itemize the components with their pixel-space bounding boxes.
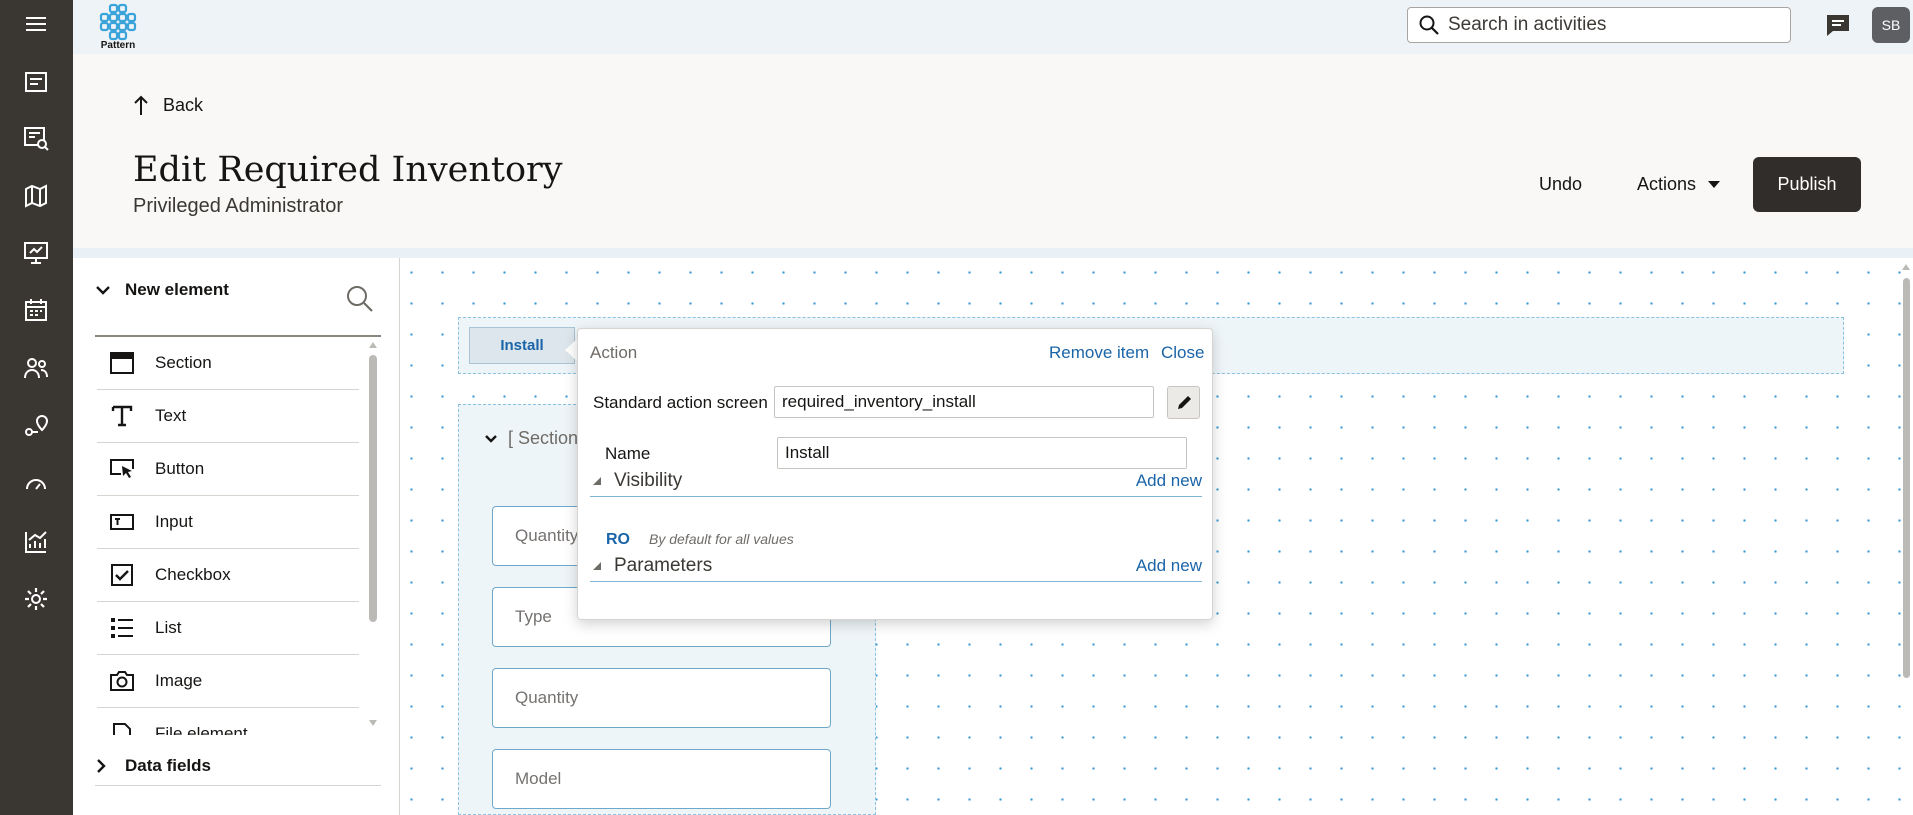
palette-search-icon[interactable] xyxy=(345,284,375,319)
palette-item-image[interactable]: Image xyxy=(97,655,359,708)
analytics-icon[interactable] xyxy=(18,524,54,560)
presentation-icon[interactable] xyxy=(18,235,54,271)
input-icon xyxy=(107,507,137,537)
palette-item-input[interactable]: Input xyxy=(97,496,359,549)
install-button[interactable]: Install xyxy=(469,327,575,364)
chevron-down-icon xyxy=(485,434,497,443)
publish-button[interactable]: Publish xyxy=(1753,157,1861,212)
search-icon xyxy=(1419,15,1439,35)
model-field[interactable]: Model xyxy=(492,749,831,809)
top-header: Pattern Search in activities SB xyxy=(73,0,1913,54)
palette-item-button[interactable]: Button xyxy=(97,443,359,496)
visibility-section[interactable]: Visibility Add new xyxy=(590,465,1202,497)
header-divider xyxy=(73,248,1913,258)
hamburger-menu-icon[interactable] xyxy=(18,6,54,42)
section-icon xyxy=(107,348,137,378)
palette-item-section[interactable]: Section xyxy=(97,337,359,390)
canvas-scroll-up-arrow[interactable] xyxy=(1902,264,1910,270)
palette-item-file[interactable]: File element xyxy=(97,708,359,735)
button-icon xyxy=(107,454,137,484)
parameters-title: Parameters xyxy=(614,554,713,576)
visibility-title: Visibility xyxy=(614,469,683,491)
parameters-section[interactable]: Parameters Add new xyxy=(590,550,1202,582)
palette-item-label: Checkbox xyxy=(155,565,231,584)
chevron-right-icon xyxy=(97,758,106,773)
palette-item-text[interactable]: Text xyxy=(97,390,359,443)
ro-badge[interactable]: RO xyxy=(606,531,630,549)
data-fields-label: Data fields xyxy=(125,755,211,775)
palette-item-label: File element xyxy=(155,724,248,735)
chevron-down-icon xyxy=(96,286,110,295)
gauge-icon[interactable] xyxy=(18,466,54,502)
dispatch-search-icon[interactable] xyxy=(18,120,54,156)
palette-item-label: Text xyxy=(155,406,187,425)
element-palette: New element Section Text Button Input Ch… xyxy=(73,258,400,815)
data-fields-header[interactable]: Data fields xyxy=(95,746,381,786)
page-title: Edit Required Inventory xyxy=(133,150,563,190)
section-header[interactable]: [ Section xyxy=(484,428,578,449)
collapse-triangle-icon xyxy=(593,561,601,570)
map-icon[interactable] xyxy=(18,178,54,214)
text-icon xyxy=(107,401,137,431)
popup-title: Action xyxy=(590,343,638,362)
file-icon xyxy=(107,719,137,735)
nav-rail xyxy=(0,0,73,815)
routing-icon[interactable] xyxy=(18,408,54,444)
palette-scrollbar[interactable] xyxy=(369,355,377,622)
pattern-logo-icon xyxy=(99,3,137,41)
pattern-logo[interactable]: Pattern xyxy=(97,2,139,51)
activity-list-icon[interactable] xyxy=(18,64,54,100)
actions-label: Actions xyxy=(1637,174,1697,194)
edit-button[interactable] xyxy=(1167,386,1200,419)
close-link[interactable]: Close xyxy=(1161,343,1204,363)
palette-item-label: Button xyxy=(155,459,205,478)
palette-list: Section Text Button Input Checkbox List … xyxy=(97,337,359,735)
checkbox-icon xyxy=(107,560,137,590)
new-element-label: New element xyxy=(125,280,229,299)
actions-menu-button[interactable]: Actions xyxy=(1637,174,1721,195)
avatar[interactable]: SB xyxy=(1872,7,1910,43)
camera-icon xyxy=(107,666,137,696)
standard-action-label: Standard action screen xyxy=(593,393,768,412)
palette-item-label: Input xyxy=(155,512,193,531)
standard-action-field[interactable]: required_inventory_install xyxy=(774,386,1154,418)
remove-item-link[interactable]: Remove item xyxy=(1049,343,1149,363)
scroll-up-arrow[interactable] xyxy=(369,342,377,348)
settings-icon[interactable] xyxy=(18,581,54,617)
logo-text: Pattern xyxy=(100,40,136,51)
back-label: Back xyxy=(163,94,204,115)
name-value: Install xyxy=(785,443,830,462)
resources-icon[interactable] xyxy=(18,350,54,386)
pencil-icon xyxy=(1177,395,1191,409)
visibility-add-new-link[interactable]: Add new xyxy=(1136,471,1202,491)
parameters-add-new-link[interactable]: Add new xyxy=(1136,556,1202,576)
ro-description: By default for all values xyxy=(649,531,794,547)
action-popup: Action Remove item Close Standard action… xyxy=(577,328,1213,620)
search-placeholder: Search in activities xyxy=(1448,14,1607,35)
quantity-field[interactable]: Quantity xyxy=(492,668,831,728)
chat-icon[interactable] xyxy=(1824,12,1852,45)
palette-item-label: Image xyxy=(155,671,203,690)
palette-item-label: Section xyxy=(155,353,212,372)
caret-down-icon xyxy=(1708,181,1721,188)
list-icon xyxy=(107,613,137,643)
search-input[interactable]: Search in activities xyxy=(1407,7,1791,43)
canvas-scrollbar[interactable] xyxy=(1903,278,1910,678)
palette-item-list[interactable]: List xyxy=(97,602,359,655)
calendar-icon[interactable] xyxy=(18,292,54,328)
back-button[interactable]: Back xyxy=(133,94,203,116)
palette-item-label: List xyxy=(155,618,182,637)
scroll-down-arrow[interactable] xyxy=(369,720,377,726)
section-title: [ Section xyxy=(508,428,579,448)
page-subtitle: Privileged Administrator xyxy=(133,195,344,217)
arrow-up-icon xyxy=(134,95,148,115)
undo-button[interactable]: Undo xyxy=(1539,174,1582,195)
collapse-triangle-icon xyxy=(593,476,601,485)
name-label: Name xyxy=(605,444,651,463)
page-header: Back Edit Required Inventory Privileged … xyxy=(73,54,1913,248)
palette-item-checkbox[interactable]: Checkbox xyxy=(97,549,359,602)
